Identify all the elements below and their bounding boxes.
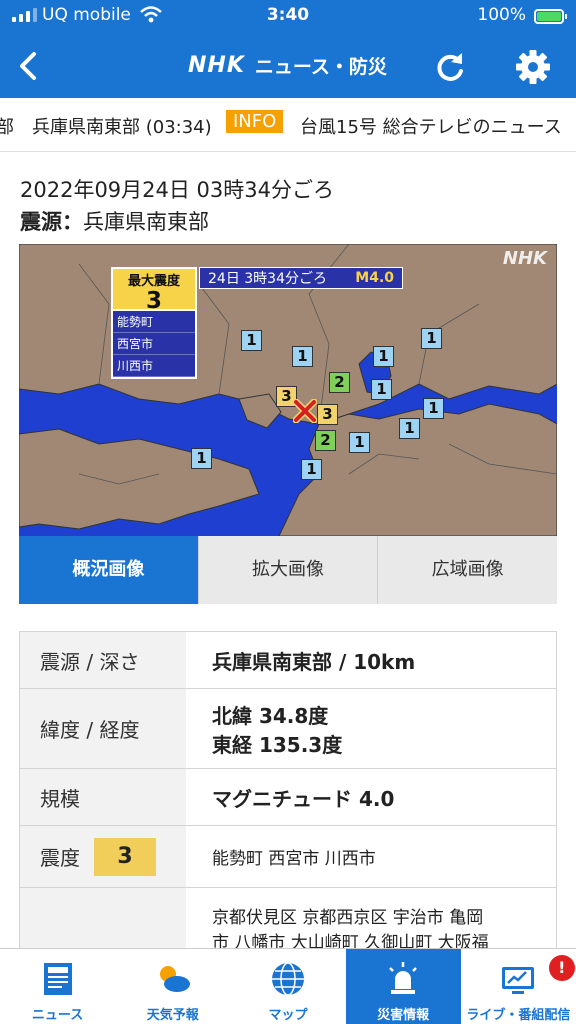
- nav-label: ニュース: [31, 1008, 84, 1023]
- epicenter-x-icon: [293, 399, 317, 423]
- intensity-marker: 1: [241, 330, 262, 351]
- nav-label: 天気予報: [146, 1008, 199, 1023]
- row-label: 規模: [20, 769, 186, 825]
- info-badge: INFO: [226, 110, 284, 133]
- nhk-logo: NHK: [188, 53, 245, 78]
- nav-label: マップ: [268, 1008, 308, 1023]
- nav-label: ライブ・番組配信: [466, 1008, 571, 1023]
- intensity-marker: 1: [371, 379, 392, 400]
- ticker-item[interactable]: 部 兵庫県南東部 (03:34): [0, 113, 212, 139]
- intensity-badge: 3: [94, 837, 156, 876]
- max-intensity-value: 3: [145, 288, 162, 314]
- table-row: 震度 3 能勢町 西宮市 川西市: [20, 826, 556, 888]
- bottom-nav: ニュース 天気予報 マップ 災害情報 ! ライブ・番組配信: [0, 948, 576, 1024]
- battery-icon: [534, 9, 567, 24]
- legend-city: 能勢町: [113, 311, 195, 333]
- row-value: 京都伏見区 京都西京区 宇治市 亀岡 市 八幡市 大山崎町 久御山町 大阪福: [186, 888, 556, 948]
- intensity-map[interactable]: 最大震度 3 能勢町 西宮市 川西市 24日 3時34分ごろ M4.0 NHK …: [19, 244, 557, 536]
- legend-city: 川西市: [113, 355, 195, 377]
- map-tabs: 概況画像 拡大画像 広域画像: [19, 536, 557, 604]
- epicenter-label: 震源：: [20, 210, 83, 234]
- row-label: 震度 3: [20, 826, 186, 887]
- earthquake-detail: 2022年09月24日 03時34分ごろ 震源：兵庫県南東部 最大震度 3 能勢…: [0, 152, 576, 948]
- row-label: [20, 888, 186, 948]
- nav-label: 災害情報: [377, 1008, 430, 1023]
- longitude: 東経 135.3度: [212, 732, 343, 757]
- intensity-marker: 1: [421, 328, 442, 349]
- nav-map[interactable]: マップ: [230, 949, 345, 1024]
- intensity-marker: 1: [301, 459, 322, 480]
- quake-info-table: 震源 / 深さ 兵庫県南東部 / 10km 緯度 / 経度 北緯 34.8度 東…: [19, 631, 557, 948]
- row-value: 能勢町 西宮市 川西市: [212, 849, 376, 869]
- intensity-label: 震度: [40, 846, 80, 870]
- notification-badge: !: [548, 955, 575, 981]
- intensity-marker: 1: [373, 346, 394, 367]
- header-title: NHK ニュース・防災: [188, 52, 387, 79]
- intensity-marker: 1: [423, 398, 444, 419]
- intensity-marker: 2: [315, 430, 336, 451]
- row-label: 緯度 / 経度: [20, 689, 186, 768]
- live-tv-icon: [502, 967, 535, 994]
- nav-disaster[interactable]: 災害情報: [345, 949, 461, 1024]
- reload-icon[interactable]: [432, 49, 468, 85]
- status-bar: UQ mobile 3:40 100%: [0, 0, 576, 34]
- table-row: 規模 マグニチュード 4.0: [20, 769, 556, 826]
- max-intensity-box: 最大震度 3: [111, 267, 197, 314]
- ticker-item[interactable]: 台風15号 総合テレビのニュース: [300, 113, 562, 139]
- globe-icon: [271, 962, 304, 996]
- header-title-text: ニュース・防災: [254, 56, 387, 78]
- latitude: 北緯 34.8度: [212, 703, 329, 728]
- app-header: NHK ニュース・防災: [0, 34, 576, 98]
- settings-gear-icon[interactable]: [514, 48, 552, 86]
- legend-cities: 能勢町 西宮市 川西市: [111, 311, 197, 379]
- places-line: 市 八幡市 大山崎町 久御山町 大阪福: [212, 933, 489, 948]
- map-magnitude: M4.0: [355, 270, 394, 286]
- row-value: マグニチュード 4.0: [212, 786, 395, 811]
- top-bar: UQ mobile 3:40 100% NHK ニュース・防災: [0, 0, 576, 98]
- intensity-marker: 3: [317, 404, 338, 425]
- epicenter-value: 兵庫県南東部: [83, 210, 209, 234]
- news-ticker[interactable]: 部 兵庫県南東部 (03:34) INFO 台風15号 総合テレビのニュース: [0, 98, 576, 152]
- nav-weather[interactable]: 天気予報: [115, 949, 230, 1024]
- battery-percent: 100%: [477, 5, 526, 25]
- tab-wide[interactable]: 広域画像: [378, 536, 557, 604]
- row-value: 兵庫県南東部 / 10km: [212, 649, 416, 674]
- row-value: 北緯 34.8度 東経 135.3度: [186, 689, 556, 768]
- nav-news[interactable]: ニュース: [0, 949, 115, 1024]
- max-intensity-legend: 最大震度 3 能勢町 西宮市 川西市: [111, 267, 197, 379]
- weather-icon: [159, 966, 190, 992]
- map-watermark: NHK: [502, 248, 547, 269]
- intensity-marker: 1: [191, 448, 212, 469]
- row-label: 震源 / 深さ: [20, 632, 186, 688]
- intensity-marker: 1: [292, 346, 313, 367]
- places-line: 京都伏見区 京都西京区 宇治市 亀岡: [212, 908, 484, 928]
- tab-zoom[interactable]: 拡大画像: [199, 536, 379, 604]
- nav-live[interactable]: ! ライブ・番組配信: [461, 949, 576, 1024]
- table-row: 京都伏見区 京都西京区 宇治市 亀岡 市 八幡市 大山崎町 久御山町 大阪福: [20, 888, 556, 948]
- quake-epicenter: 震源：兵庫県南東部: [20, 206, 209, 236]
- table-row: 緯度 / 経度 北緯 34.8度 東経 135.3度: [20, 689, 556, 769]
- legend-city: 西宮市: [113, 333, 195, 355]
- newspaper-icon: [43, 963, 72, 995]
- intensity-marker: 2: [329, 372, 350, 393]
- intensity-marker: 1: [349, 432, 370, 453]
- map-time: 24日 3時34分ごろ: [208, 271, 327, 287]
- table-row: 震源 / 深さ 兵庫県南東部 / 10km: [20, 632, 556, 689]
- back-chevron-icon[interactable]: [10, 46, 50, 86]
- quake-datetime: 2022年09月24日 03時34分ごろ: [20, 178, 335, 202]
- tab-overview[interactable]: 概況画像: [19, 536, 199, 604]
- max-intensity-label: 最大震度: [127, 274, 180, 289]
- alert-siren-icon: [389, 962, 418, 994]
- intensity-marker: 1: [399, 418, 420, 439]
- map-time-banner: 24日 3時34分ごろ M4.0: [199, 267, 403, 289]
